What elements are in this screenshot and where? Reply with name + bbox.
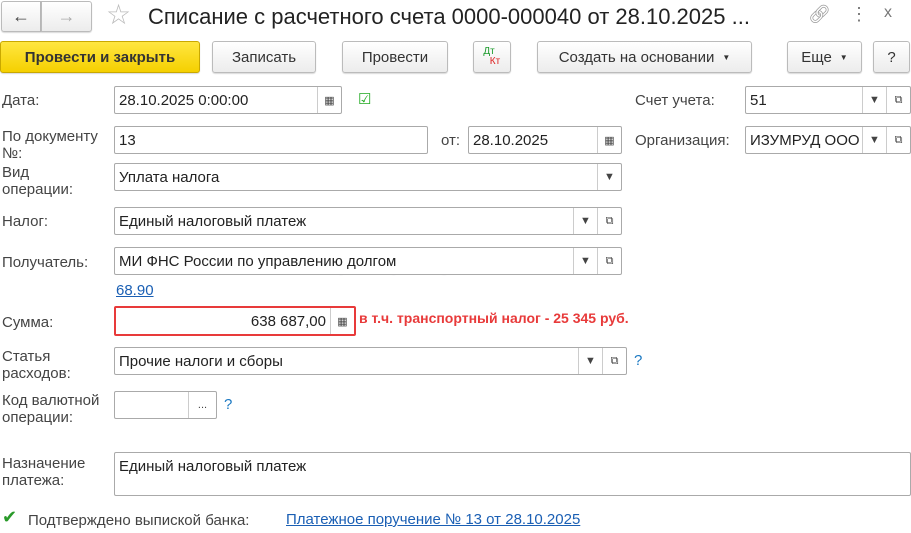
kt-label: Кт	[489, 56, 501, 67]
close-icon[interactable]: x	[884, 4, 892, 22]
chevron-down-icon: ▼	[722, 52, 731, 62]
sum-field[interactable]: 638 687,00 ▦	[114, 306, 356, 336]
calculator-icon[interactable]: ▦	[330, 308, 354, 334]
operation-type-value: Уплата налога	[119, 168, 220, 186]
link-icon[interactable]: 🔗︎	[808, 4, 831, 25]
tax-field[interactable]: Единый налоговый платеж ▼ ⧉	[114, 207, 622, 235]
star-icon[interactable]: ☆	[106, 0, 131, 31]
open-icon[interactable]: ⧉	[886, 87, 910, 113]
select-button[interactable]: ...	[188, 392, 216, 418]
open-icon[interactable]: ⧉	[602, 348, 626, 374]
confirmed-checkbox[interactable]: ✔	[2, 508, 20, 526]
back-button[interactable]: ←	[1, 1, 41, 32]
doc-number-value: 13	[119, 131, 136, 149]
expense-field[interactable]: Прочие налоги и сборы ▼ ⧉	[114, 347, 627, 375]
arrow-left-icon: ←	[12, 6, 30, 26]
from-date-value: 28.10.2025	[473, 131, 549, 149]
forward-button[interactable]: →	[41, 1, 92, 32]
expense-value: Прочие налоги и сборы	[119, 352, 283, 370]
open-icon[interactable]: ⧉	[886, 127, 910, 153]
operation-type-field[interactable]: Уплата налога ▼	[114, 163, 622, 191]
date-value: 28.10.2025 0:00:00	[119, 91, 249, 109]
currency-code-help[interactable]: ?	[224, 396, 232, 413]
tax-label: Налог:	[2, 213, 49, 230]
save-button[interactable]: Записать	[212, 41, 316, 73]
account-field[interactable]: 51 ▼ ⧉	[745, 86, 911, 114]
open-icon[interactable]: ⧉	[597, 208, 621, 234]
more-vertical-icon[interactable]: ⋮	[850, 4, 868, 25]
more-button[interactable]: Еще ▼	[787, 41, 862, 73]
expense-label: Статья расходов:	[2, 348, 71, 382]
purpose-value: Единый налоговый платеж	[119, 458, 307, 475]
organization-value: ИЗУМРУД ООО	[750, 131, 860, 149]
purpose-field[interactable]: Единый налоговый платеж	[114, 452, 911, 496]
organization-field[interactable]: ИЗУМРУД ООО ▼ ⧉	[745, 126, 911, 154]
purpose-label: Назначение платежа:	[2, 455, 86, 489]
expense-help[interactable]: ?	[634, 352, 642, 369]
recipient-account-link[interactable]: 68.90	[116, 282, 154, 299]
currency-code-field[interactable]: ...	[114, 391, 217, 419]
chevron-down-icon[interactable]: ▼	[578, 348, 602, 374]
arrow-right-icon: →	[57, 6, 76, 26]
account-label: Счет учета:	[635, 92, 715, 109]
tax-value: Единый налоговый платеж	[119, 212, 307, 230]
create-based-button[interactable]: Создать на основании ▼	[537, 41, 752, 73]
confirmed-label: Подтверждено выпиской банка:	[28, 512, 250, 529]
doc-number-label: По документу №:	[2, 128, 98, 162]
dt-kt-button[interactable]: Дт Кт	[473, 41, 511, 73]
page-title: Списание с расчетного счета 0000-000040 …	[148, 4, 750, 29]
chevron-down-icon[interactable]: ▼	[862, 127, 886, 153]
calendar-icon[interactable]: ▦	[597, 127, 621, 153]
date-field[interactable]: 28.10.2025 0:00:00 ▦	[114, 86, 342, 114]
chevron-down-icon[interactable]: ▼	[597, 164, 621, 190]
post-button[interactable]: Провести	[342, 41, 448, 73]
recipient-value: МИ ФНС России по управлению долгом	[119, 252, 397, 270]
operation-type-label: Вид операции:	[2, 164, 74, 198]
recipient-label: Получатель:	[2, 254, 89, 271]
create-based-label: Создать на основании	[558, 48, 715, 66]
post-and-close-button[interactable]: Провести и закрыть	[0, 41, 200, 73]
chevron-down-icon: ▼	[839, 52, 848, 62]
from-date-field[interactable]: 28.10.2025 ▦	[468, 126, 622, 154]
chevron-down-icon[interactable]: ▼	[862, 87, 886, 113]
open-icon[interactable]: ⧉	[597, 248, 621, 274]
chevron-down-icon[interactable]: ▼	[573, 208, 597, 234]
document-check-icon[interactable]: ☑	[358, 90, 371, 108]
calendar-icon[interactable]: ▦	[317, 87, 341, 113]
payment-order-link[interactable]: Платежное поручение № 13 от 28.10.2025	[286, 511, 580, 528]
from-label: от:	[441, 132, 461, 149]
account-value: 51	[750, 91, 767, 109]
date-label: Дата:	[2, 92, 40, 109]
recipient-field[interactable]: МИ ФНС России по управлению долгом ▼ ⧉	[114, 247, 622, 275]
more-label: Еще	[801, 48, 832, 66]
sum-value: 638 687,00	[250, 312, 326, 330]
sum-note: в т.ч. транспортный налог - 25 345 руб.	[359, 310, 629, 326]
doc-number-field[interactable]: 13	[114, 126, 428, 154]
sum-label: Сумма:	[2, 314, 54, 331]
chevron-down-icon[interactable]: ▼	[573, 248, 597, 274]
currency-code-label: Код валютной операции:	[2, 392, 100, 426]
help-button[interactable]: ?	[873, 41, 910, 73]
organization-label: Организация:	[635, 132, 730, 149]
